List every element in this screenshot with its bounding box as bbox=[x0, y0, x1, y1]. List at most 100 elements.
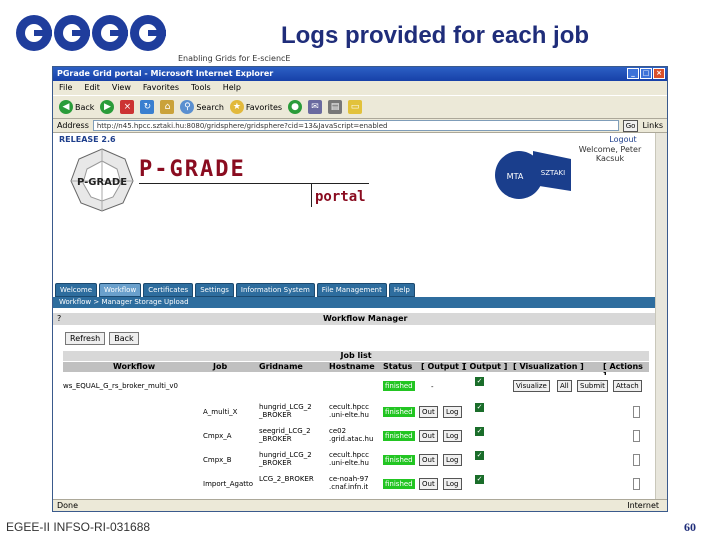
col-output-1: [ Output ] bbox=[421, 362, 466, 371]
maximize-button[interactable]: □ bbox=[640, 68, 652, 79]
brand-subtitle: portal bbox=[315, 189, 366, 205]
job-status: finished bbox=[383, 407, 415, 417]
job-row: Import_Agatto LCG_2_BROKER ce-noah-97 .cna… bbox=[63, 473, 649, 495]
logout-link[interactable]: Logout bbox=[593, 135, 653, 144]
search-button[interactable]: ⚲ Search bbox=[180, 100, 224, 114]
browser-toolbar: ◀ Back ▶ × ↻ ⌂ ⚲ Search ★ Favorites ● ✉ ▤ ▭ bbox=[53, 95, 667, 119]
menu-edit[interactable]: Edit bbox=[84, 83, 100, 93]
help-icon[interactable]: ? bbox=[57, 314, 61, 323]
workflow-name[interactable]: ws_EQUAL_G_rs_broker_multi_v0 bbox=[63, 382, 178, 390]
workflow-manager-title: Workflow Manager bbox=[323, 314, 408, 323]
menu-help[interactable]: Help bbox=[223, 83, 241, 93]
go-button[interactable]: Go bbox=[622, 119, 639, 132]
close-button[interactable]: × bbox=[653, 68, 665, 79]
submit-button[interactable]: Submit bbox=[577, 380, 608, 392]
portal-page: RELEASE 2.6 Logout Welcome, Peter Kacsuk… bbox=[53, 133, 655, 499]
links-label[interactable]: Links bbox=[642, 121, 663, 130]
brand-divider-vertical bbox=[311, 183, 312, 207]
home-icon[interactable]: ⌂ bbox=[160, 100, 175, 114]
menu-bar: File Edit View Favorites Tools Help bbox=[53, 81, 667, 95]
job-output-button[interactable]: Out bbox=[419, 430, 438, 442]
refresh-button[interactable]: Refresh bbox=[65, 332, 106, 345]
favorites-button[interactable]: ★ Favorites bbox=[229, 100, 282, 114]
window-titlebar: PGrade Grid portal - Microsoft Internet … bbox=[53, 67, 667, 81]
brand-title: P-GRADE bbox=[139, 157, 246, 182]
job-checkbox-icon[interactable]: ✓ bbox=[475, 427, 484, 436]
job-gridname: LCG_2_BROKER bbox=[259, 475, 314, 483]
address-bar: Address http://n45.hpcc.sztaki.hu:8080/g… bbox=[53, 119, 667, 133]
job-log-button[interactable]: Log bbox=[443, 406, 462, 418]
refresh-icon[interactable]: ↻ bbox=[140, 100, 155, 114]
job-select-box[interactable] bbox=[633, 430, 640, 442]
back-page-button[interactable]: Back bbox=[109, 332, 139, 345]
job-row: A_multi_X hungrid_LCG_2 _BROKER cecult.hpc… bbox=[63, 401, 649, 423]
col-output-2: [ Output ] bbox=[463, 362, 508, 371]
job-hostname: ce-noah-97 .cnaf.infn.it bbox=[329, 475, 369, 491]
minimize-button[interactable]: _ bbox=[627, 68, 639, 79]
job-gridname: seegrid_LCG_2 _BROKER bbox=[259, 427, 311, 443]
workflow-checkbox-icon[interactable]: ✓ bbox=[475, 377, 484, 386]
job-log-button[interactable]: Log bbox=[443, 478, 462, 490]
mta-text: MTA bbox=[507, 172, 524, 181]
job-output-button[interactable]: Out bbox=[419, 406, 438, 418]
tagline: Enabling Grids for E-sciencE bbox=[178, 54, 291, 63]
status-text: Done bbox=[57, 501, 79, 510]
job-gridname: hungrid_LCG_2 _BROKER bbox=[259, 403, 312, 419]
tab-information-system[interactable]: Information System bbox=[235, 283, 315, 297]
brand-divider bbox=[139, 183, 369, 184]
col-workflow: Workflow bbox=[113, 362, 156, 371]
job-name: Cmpx_B bbox=[203, 456, 232, 464]
job-hostname: cecult.hpcc .uni-elte.hu bbox=[329, 403, 369, 419]
menu-file[interactable]: File bbox=[59, 83, 72, 93]
tab-help[interactable]: Help bbox=[388, 283, 415, 297]
folder-icon[interactable]: ▭ bbox=[348, 100, 363, 114]
tab-certificates[interactable]: Certificates bbox=[143, 283, 194, 297]
job-checkbox-icon[interactable]: ✓ bbox=[475, 403, 484, 412]
menu-tools[interactable]: Tools bbox=[191, 83, 211, 93]
visualize-button[interactable]: Visualize bbox=[513, 380, 550, 392]
sztaki-logo: MTA SZTAKI bbox=[493, 141, 573, 205]
job-checkbox-icon[interactable]: ✓ bbox=[475, 475, 484, 484]
job-status: finished bbox=[383, 431, 415, 441]
menu-favorites[interactable]: Favorites bbox=[143, 83, 179, 93]
forward-icon[interactable]: ▶ bbox=[100, 100, 115, 114]
page-scrollbar[interactable] bbox=[655, 133, 667, 499]
status-bar: Done Internet bbox=[53, 499, 667, 511]
attach-button[interactable]: Attach bbox=[613, 380, 642, 392]
stop-icon[interactable]: × bbox=[120, 100, 135, 114]
tab-workflow[interactable]: Workflow bbox=[99, 283, 142, 297]
menu-view[interactable]: View bbox=[112, 83, 131, 93]
job-log-button[interactable]: Log bbox=[443, 454, 462, 466]
pgrade-globe-icon: P-GRADE bbox=[67, 147, 137, 213]
job-select-box[interactable] bbox=[633, 478, 640, 490]
tab-welcome[interactable]: Welcome bbox=[55, 283, 98, 297]
address-input[interactable]: http://n45.hpcc.sztaki.hu:8080/gridspher… bbox=[92, 120, 619, 131]
slide-title: Logs provided for each job bbox=[280, 22, 590, 49]
job-status: finished bbox=[383, 479, 415, 489]
job-select-box[interactable] bbox=[633, 406, 640, 418]
zone-text: Internet bbox=[627, 501, 659, 510]
job-output-button[interactable]: Out bbox=[419, 454, 438, 466]
job-name: Cmpx_A bbox=[203, 432, 232, 440]
col-hostname: Hostname bbox=[329, 362, 375, 371]
breadcrumb[interactable]: Workflow > Manager Storage Upload bbox=[53, 297, 655, 308]
media-icon[interactable]: ● bbox=[288, 100, 303, 114]
job-log-button[interactable]: Log bbox=[443, 430, 462, 442]
job-list-header: Workflow Job Gridname Hostname Status [ … bbox=[63, 362, 649, 380]
address-label: Address bbox=[57, 121, 89, 130]
job-list-title: Job list bbox=[63, 351, 649, 361]
job-select-box[interactable] bbox=[633, 454, 640, 466]
pgrade-globe-text: P-GRADE bbox=[77, 177, 127, 188]
job-checkbox-icon[interactable]: ✓ bbox=[475, 451, 484, 460]
release-label: RELEASE 2.6 bbox=[59, 135, 116, 144]
job-output-button[interactable]: Out bbox=[419, 478, 438, 490]
all-button[interactable]: All bbox=[557, 380, 572, 392]
browser-window: PGrade Grid portal - Microsoft Internet … bbox=[52, 66, 668, 512]
print-icon[interactable]: ▤ bbox=[328, 100, 343, 114]
back-button[interactable]: ◀ Back bbox=[59, 100, 94, 114]
tab-file-management[interactable]: File Management bbox=[316, 283, 387, 297]
portal-tabs: Welcome Workflow Certificates Settings I… bbox=[55, 283, 415, 297]
tab-settings[interactable]: Settings bbox=[195, 283, 234, 297]
col-gridname: Gridname bbox=[259, 362, 303, 371]
mail-icon[interactable]: ✉ bbox=[308, 100, 323, 114]
